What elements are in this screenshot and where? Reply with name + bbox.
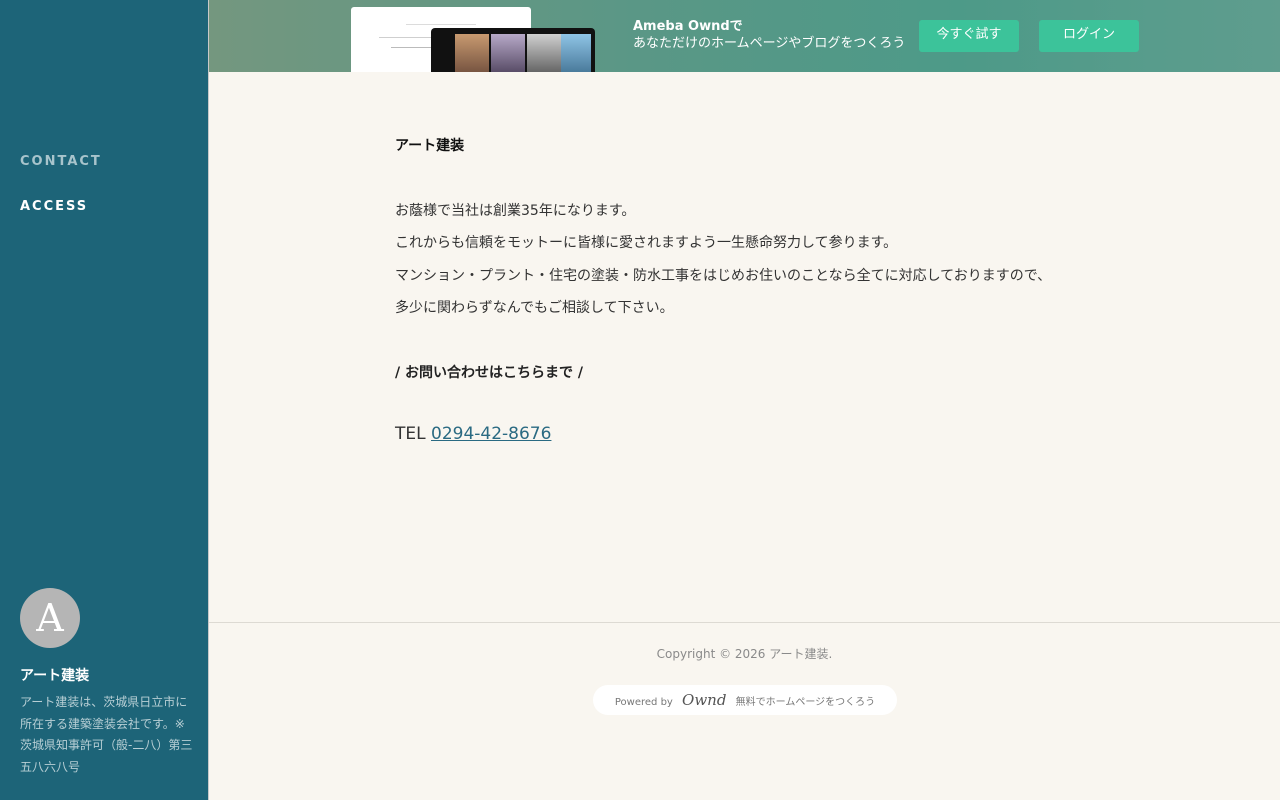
intro-paragraph: お蔭様で当社は創業35年になります。: [395, 203, 636, 219]
try-now-button[interactable]: 今すぐ試す: [919, 20, 1019, 52]
sidebar: CONTACT ACCESS A アート建装 アート建装は、茨城県日立市に所在す…: [0, 0, 209, 800]
nav-item-contact[interactable]: CONTACT: [20, 154, 102, 169]
intro-paragraph: 多少に関わらずなんでもご相談して下さい。: [395, 300, 674, 316]
footer-divider: [209, 622, 1280, 623]
nav-item-access[interactable]: ACCESS: [20, 199, 88, 214]
intro-paragraph: これからも信頼をモットーに皆様に愛されますよう一生懸命努力して参ります。: [395, 235, 898, 251]
powered-by-label: Powered by: [614, 697, 673, 708]
phone-label: TEL: [395, 424, 426, 444]
ownd-logo: Ownd: [682, 691, 727, 709]
intro-paragraph: マンション・プラント・住宅の塗装・防水工事をはじめお住いのことなら全てに対応して…: [395, 268, 1052, 284]
copyright-text: Copyright © 2026 アート建装.: [656, 647, 833, 661]
ownd-promo-banner: Ameba Owndで あなただけのホームページやブログをつくろう 今すぐ試す …: [209, 0, 1280, 72]
powered-by-tagline: 無料でホームページをつくろう: [735, 697, 876, 708]
site-name[interactable]: アート建装: [20, 665, 89, 685]
banner-subtitle: あなただけのホームページやブログをつくろう: [633, 36, 906, 51]
page-title: アート建装: [395, 138, 465, 154]
avatar[interactable]: A: [20, 588, 80, 648]
phone-number-link[interactable]: 0294-42-8676: [431, 424, 551, 444]
phone-line: TEL 0294-42-8676: [395, 424, 551, 444]
banner-text: Ameba Owndで あなただけのホームページやブログをつくろう: [633, 18, 905, 52]
site-description: アート建装は、茨城県日立市に所在する建築塗装会社です。※茨城県知事許可（般-二八…: [20, 695, 193, 774]
login-button[interactable]: ログイン: [1039, 20, 1139, 52]
banner-title: Ameba Owndで: [633, 19, 743, 34]
contact-heading: / お問い合わせはこちらまで /: [395, 365, 583, 381]
powered-by-ownd-badge[interactable]: Powered by Ownd 無料でホームページをつくろう: [593, 685, 897, 715]
device-preview-image: [431, 28, 595, 72]
